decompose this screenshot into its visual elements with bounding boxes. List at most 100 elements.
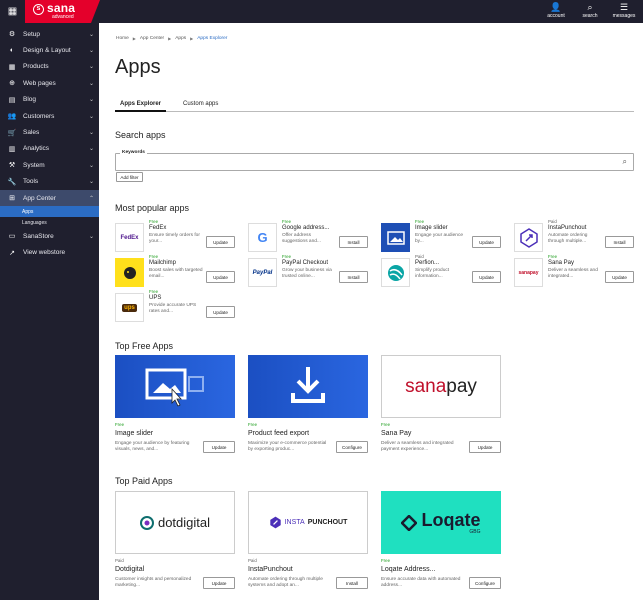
sidebar-item-analytics[interactable]: ▥ Analytics ⌄	[0, 141, 99, 157]
app-tier: Paid	[548, 219, 557, 224]
configure-button[interactable]: Configure	[469, 577, 501, 589]
install-button[interactable]: Install	[605, 236, 634, 248]
free-app-card-product-feed-export[interactable]: Free Product feed export Maximize your e…	[248, 355, 368, 465]
search-icon[interactable]: ⌕	[623, 157, 627, 167]
sidebar-subitem-languages[interactable]: Languages	[0, 217, 99, 228]
customers-icon: 👥	[7, 113, 17, 121]
search-button[interactable]: ⌕ search	[576, 2, 604, 19]
sidebar-item-sales[interactable]: 🛒 Sales ⌄	[0, 124, 99, 140]
sidebar-item-tools[interactable]: 🔧 Tools ⌄	[0, 174, 99, 190]
logo-subtitle: advanced	[52, 14, 74, 20]
install-button[interactable]: Install	[336, 577, 368, 589]
app-description: Deliver a seamless and integrated paymen…	[381, 441, 454, 452]
popular-app-perfion[interactable]: Paid Perfion... Simplify product informa…	[381, 254, 506, 288]
update-button[interactable]: Update	[203, 441, 235, 453]
chevron-down-icon: ⌄	[88, 31, 94, 38]
mailchimp-logo	[115, 258, 144, 287]
install-button[interactable]: Install	[339, 271, 368, 283]
sidebar-item-label: Blog	[23, 96, 37, 104]
sidebar-item-view-webstore[interactable]: ↗ View webstore	[0, 245, 99, 261]
gbg-logo-text: GBG	[469, 528, 481, 535]
breadcrumb-separator-icon: ▶	[132, 36, 136, 41]
sidebar-item-products[interactable]: ▦ Products ⌄	[0, 59, 99, 75]
update-button[interactable]: Update	[203, 577, 235, 589]
popular-app-ups[interactable]: ups Free UPS Provide accurate UPS rates …	[115, 289, 240, 323]
update-button[interactable]: Update	[472, 271, 501, 283]
messages-button[interactable]: ☰ messages	[610, 2, 638, 19]
popular-app-mailchimp[interactable]: Free Mailchimp Boost sales with targeted…	[115, 254, 240, 288]
popular-app-google-address[interactable]: G Free Google address... Offer address s…	[248, 219, 373, 253]
sana-pay-logo: sanapay	[514, 258, 543, 287]
update-button[interactable]: Update	[605, 271, 634, 283]
loqate-logo-icon	[401, 514, 418, 531]
chevron-down-icon: ⌄	[88, 179, 94, 186]
instapunchout-banner: INSTA PUNCHOUT	[248, 491, 368, 554]
paid-app-card-instapunchout[interactable]: INSTA PUNCHOUT Paid InstaPunchout Automat…	[248, 491, 368, 596]
keywords-field[interactable]: Keywords ⌕	[115, 150, 634, 171]
sana-pay-banner-text-b: pay	[446, 375, 477, 397]
account-button[interactable]: 👤 account	[542, 2, 570, 19]
configure-button[interactable]: Configure	[336, 441, 368, 453]
analytics-icon: ▥	[8, 145, 16, 153]
app-name: Image slider	[115, 430, 154, 437]
free-app-card-image-slider[interactable]: Free Image slider Engage your audience b…	[115, 355, 235, 465]
top-actions: 👤 account ⌕ search ☰ messages	[542, 2, 638, 19]
sidebar-item-customers[interactable]: 👥 Customers ⌄	[0, 108, 99, 124]
sidebar-subitem-apps[interactable]: Apps	[0, 206, 99, 218]
app-tier: Free	[149, 219, 159, 224]
add-filter-button[interactable]: Add filter	[116, 172, 143, 182]
top-paid-apps-title: Top Paid Apps	[115, 476, 173, 486]
dotdigital-logo-icon	[139, 515, 154, 530]
app-grid-icon[interactable]: ▦	[0, 0, 25, 23]
app-tier: Free	[282, 219, 292, 224]
popular-app-instapunchout[interactable]: Paid InstaPunchout Automate ordering thr…	[514, 219, 639, 253]
popular-app-fedex[interactable]: FedEx Free FedEx Ensure timely orders fo…	[115, 219, 240, 253]
tab-apps-explorer[interactable]: Apps Explorer	[115, 100, 167, 112]
sidebar-item-setup[interactable]: ⚙ Setup ⌄	[0, 26, 99, 42]
sidebar-item-label: Design & Layout	[23, 47, 71, 55]
sidebar-item-system[interactable]: ⚒ System ⌄	[0, 157, 99, 173]
sana-pay-logo-text: sanapay	[518, 269, 539, 276]
update-button[interactable]: Update	[206, 306, 235, 318]
update-button[interactable]: Update	[469, 441, 501, 453]
popular-app-image-slider[interactable]: Free Image slider Engage your audience b…	[381, 219, 506, 253]
popular-app-sana-pay[interactable]: sanapay Free Sana Pay Deliver a seamless…	[514, 254, 639, 288]
sidebar-item-blog[interactable]: ▤ Blog ⌄	[0, 92, 99, 108]
sidebar-item-web-pages[interactable]: ⊕ Web pages ⌄	[0, 75, 99, 91]
update-button[interactable]: Update	[472, 236, 501, 248]
tab-custom-apps[interactable]: Custom apps	[178, 100, 223, 112]
chevron-up-icon: ⌃	[88, 195, 94, 202]
app-description: Ensure timely orders for your...	[149, 233, 200, 244]
paid-app-card-dotdigital[interactable]: dotdigital Paid Dotdigital Customer insi…	[115, 491, 235, 596]
sidebar-item-label: SanaStore	[23, 232, 54, 240]
app-description: Deliver a seamless and integrated...	[548, 268, 598, 279]
perfion-icon	[387, 264, 404, 281]
app-tier: Free	[548, 254, 558, 259]
breadcrumb-separator-icon: ▶	[190, 36, 194, 41]
breadcrumb-apps[interactable]: Apps	[175, 36, 186, 41]
sana-logo[interactable]: s sana advanced	[25, 0, 100, 23]
update-button[interactable]: Update	[206, 236, 235, 248]
logo-text: sana	[47, 1, 76, 15]
paypal-logo-text: PayPal	[252, 269, 273, 276]
install-button[interactable]: Install	[339, 236, 368, 248]
app-name: InstaPunchout	[248, 566, 293, 573]
breadcrumb-home[interactable]: Home	[116, 36, 129, 41]
popular-app-paypal[interactable]: PayPal Free PayPal Checkout Grow your bu…	[248, 254, 373, 288]
update-button[interactable]: Update	[206, 271, 235, 283]
sidebar-item-sanastore[interactable]: ▭ SanaStore ⌄	[0, 228, 99, 244]
app-tier: Free	[381, 422, 391, 427]
app-description: Provide accurate UPS rates and...	[149, 303, 197, 314]
tab-bar: Apps Explorer Custom apps	[115, 100, 634, 112]
instapunchout-logo-text-b: PUNCHOUT	[307, 519, 348, 526]
sidebar-item-design-layout[interactable]: ◐ Design & Layout ⌄	[0, 42, 99, 58]
loqate-logo-wordmark: Loqate GBG	[421, 511, 480, 535]
sidebar-item-app-center[interactable]: ⊞ App Center ⌃	[0, 189, 99, 207]
main-content: Home ▶ App Center ▶ Apps ▶ Apps Explorer…	[99, 23, 643, 600]
free-app-card-sana-pay[interactable]: sana pay Free Sana Pay Deliver a seamless…	[381, 355, 501, 465]
breadcrumb-app-center[interactable]: App Center	[140, 36, 164, 41]
cart-icon: 🛒	[7, 129, 17, 137]
paid-app-card-loqate[interactable]: Loqate GBG Free Loqate Address... Ensure…	[381, 491, 501, 596]
app-description: Grow your business via trusted online...	[282, 268, 332, 279]
design-icon: ◐	[9, 47, 15, 55]
